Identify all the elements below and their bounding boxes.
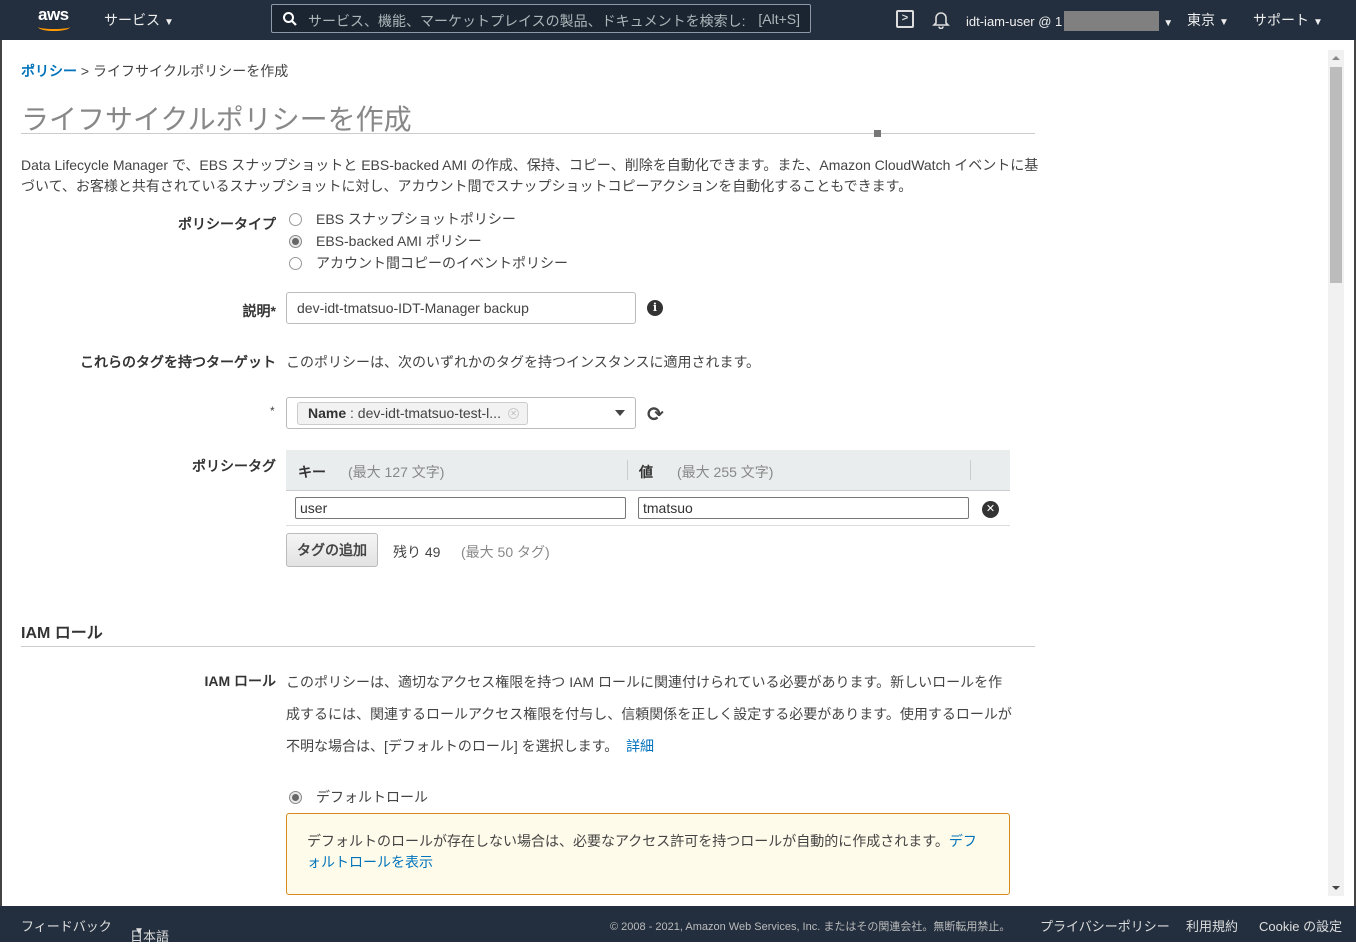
radio-label: アカウント間コピーのイベントポリシー — [316, 255, 568, 271]
description-label: 説明* — [242, 303, 276, 319]
notice-text: デフォルトのロールが存在しない場合は、必要なアクセス許可を持つロールが自動的に作… — [307, 833, 949, 849]
vertical-scrollbar[interactable] — [1328, 50, 1344, 896]
iam-role-label: IAM ロール — [204, 673, 276, 689]
caret-down-icon: ▼ — [1219, 17, 1229, 28]
radio-cross-account-copy-policy[interactable]: アカウント間コピーのイベントポリシー — [289, 253, 568, 273]
column-divider — [627, 460, 628, 480]
main-content: ポリシー > ライフサイクルポリシーを作成 ライフサイクルポリシーを作成 Dat… — [2, 40, 1327, 906]
page-title: ライフサイクルポリシーを作成 — [21, 104, 412, 135]
services-menu[interactable]: サービス ▼ — [104, 10, 174, 30]
tag-key-input[interactable]: user — [295, 497, 626, 519]
radio-default-role[interactable]: デフォルトロール — [289, 787, 428, 807]
intro-text: Data Lifecycle Manager で、EBS スナップショットと E… — [21, 157, 1039, 194]
privacy-policy-link[interactable]: プライバシーポリシー — [1040, 916, 1170, 935]
key-hint: (最大 127 文字) — [348, 464, 445, 480]
value-hint: (最大 255 文字) — [677, 464, 774, 480]
caret-down-icon: ▼ — [134, 926, 144, 937]
radio-button-selected[interactable] — [289, 790, 302, 804]
tag-value-input[interactable]: tmatsuo — [638, 497, 969, 519]
tags-remaining: 残り 49 — [393, 544, 441, 560]
aws-logo[interactable]: aws — [36, 5, 76, 35]
top-navigation: aws サービス ▼ サービス、機能、マーケットプレイスの製品、ドキュメントを検索… — [0, 0, 1356, 40]
radio-ebs-snapshot-policy[interactable]: EBS スナップショットポリシー — [289, 209, 516, 229]
target-tags-help: このポリシーは、次のいずれかのタグを持つインスタンスに適用されます。 — [286, 354, 761, 370]
cookie-settings-link[interactable]: Cookie の設定 — [1259, 916, 1342, 935]
key-header: キー — [298, 464, 326, 480]
chip-key: Name — [308, 405, 347, 421]
feedback-link[interactable]: フィードバック — [21, 916, 112, 935]
dropdown-caret-icon[interactable] — [615, 410, 625, 416]
add-tag-button[interactable]: タグの追加 — [286, 533, 378, 567]
breadcrumb-policies-link[interactable]: ポリシー — [21, 63, 77, 79]
terms-link[interactable]: 利用規約 — [1186, 916, 1238, 935]
radio-ebs-backed-ami-policy[interactable]: EBS-backed AMI ポリシー — [289, 231, 482, 251]
default-role-notice: デフォルトのロールが存在しない場合は、必要なアクセス許可を持つロールが自動的に作… — [286, 813, 1010, 895]
resize-handle — [874, 130, 881, 137]
support-menu[interactable]: サポート ▼ — [1253, 10, 1323, 30]
section-divider — [21, 646, 1035, 647]
caret-down-icon: ▼ — [1163, 18, 1174, 29]
selected-tag-chip: Name : dev-idt-tmatsuo-test-l... ✕ — [297, 402, 528, 425]
scrollbar-thumb[interactable] — [1330, 67, 1342, 283]
cloudshell-icon[interactable]: > — [896, 10, 914, 28]
support-label: サポート — [1253, 12, 1309, 28]
column-divider — [970, 460, 971, 480]
details-link[interactable]: 詳細 — [626, 738, 654, 754]
radio-label: EBS スナップショットポリシー — [316, 211, 516, 227]
copyright-text: © 2008 - 2021, Amazon Web Services, Inc.… — [610, 921, 1011, 933]
aws-smile-icon — [38, 23, 70, 31]
policy-type-label: ポリシータイプ — [178, 216, 276, 232]
info-icon[interactable]: i — [647, 300, 663, 316]
tags-max-hint: (最大 50 タグ) — [461, 544, 550, 560]
aws-logo-text: aws — [38, 5, 69, 24]
table-row: user tmatsuo ✕ — [286, 491, 1010, 526]
region-label: 東京 — [1187, 12, 1215, 28]
radio-button[interactable] — [289, 212, 302, 226]
radio-label: デフォルトロール — [316, 789, 428, 805]
services-label: サービス — [104, 12, 160, 28]
breadcrumb-current: ライフサイクルポリシーを作成 — [92, 63, 289, 79]
account-menu[interactable]: idt-iam-user @ 1 ▼ — [966, 11, 1173, 31]
radio-button-selected[interactable] — [289, 234, 302, 248]
breadcrumb: ポリシー > ライフサイクルポリシーを作成 — [21, 61, 288, 81]
search-input[interactable]: サービス、機能、マーケットプレイスの製品、ドキュメントを検索し: [Alt+S] — [271, 4, 811, 33]
chip-value: : dev-idt-tmatsuo-test-l... — [346, 405, 501, 421]
caret-down-icon: ▼ — [164, 17, 174, 28]
required-mark: * — [270, 404, 275, 418]
title-divider — [21, 133, 1035, 134]
description-input[interactable]: dev-idt-tmatsuo-IDT-Manager backup — [286, 292, 636, 324]
value-header: 値 — [639, 464, 653, 480]
user-label: idt-iam-user @ 1 — [966, 14, 1063, 29]
search-placeholder: サービス、機能、マーケットプレイスの製品、ドキュメントを検索し: — [308, 13, 746, 29]
iam-role-description: このポリシーは、適切なアクセス権限を持つ IAM ロールに関連付けられている必要… — [286, 666, 1016, 762]
refresh-icon[interactable]: ⟳ — [647, 402, 664, 427]
chip-remove-icon[interactable]: ✕ — [507, 408, 519, 419]
target-tags-select[interactable]: Name : dev-idt-tmatsuo-test-l... ✕ — [286, 397, 636, 429]
footer: フィードバック 日本語 ▼ © 2008 - 2021, Amazon Web S… — [0, 906, 1356, 944]
policy-tags-table: キー (最大 127 文字) 値 (最大 255 文字) user tmatsu… — [286, 450, 1010, 526]
remove-tag-icon[interactable]: ✕ — [982, 501, 999, 518]
search-icon — [283, 12, 297, 26]
iam-section-title: IAM ロール — [21, 625, 103, 642]
bell-icon[interactable] — [931, 9, 951, 29]
breadcrumb-separator: > — [80, 63, 90, 79]
redacted-account-id — [1064, 11, 1160, 31]
scroll-down-arrow-icon[interactable] — [1332, 886, 1340, 890]
region-menu[interactable]: 東京 ▼ — [1187, 10, 1229, 30]
policy-tags-header: キー (最大 127 文字) 値 (最大 255 文字) — [286, 450, 1010, 491]
radio-label: EBS-backed AMI ポリシー — [316, 233, 482, 249]
radio-button[interactable] — [289, 256, 302, 270]
caret-down-icon: ▼ — [1313, 17, 1323, 28]
target-tags-label: これらのタグを持つターゲット — [80, 354, 276, 370]
scroll-up-arrow-icon[interactable] — [1332, 56, 1340, 60]
policy-tags-label: ポリシータグ — [192, 458, 276, 474]
search-hotkey: [Alt+S] — [758, 11, 800, 27]
